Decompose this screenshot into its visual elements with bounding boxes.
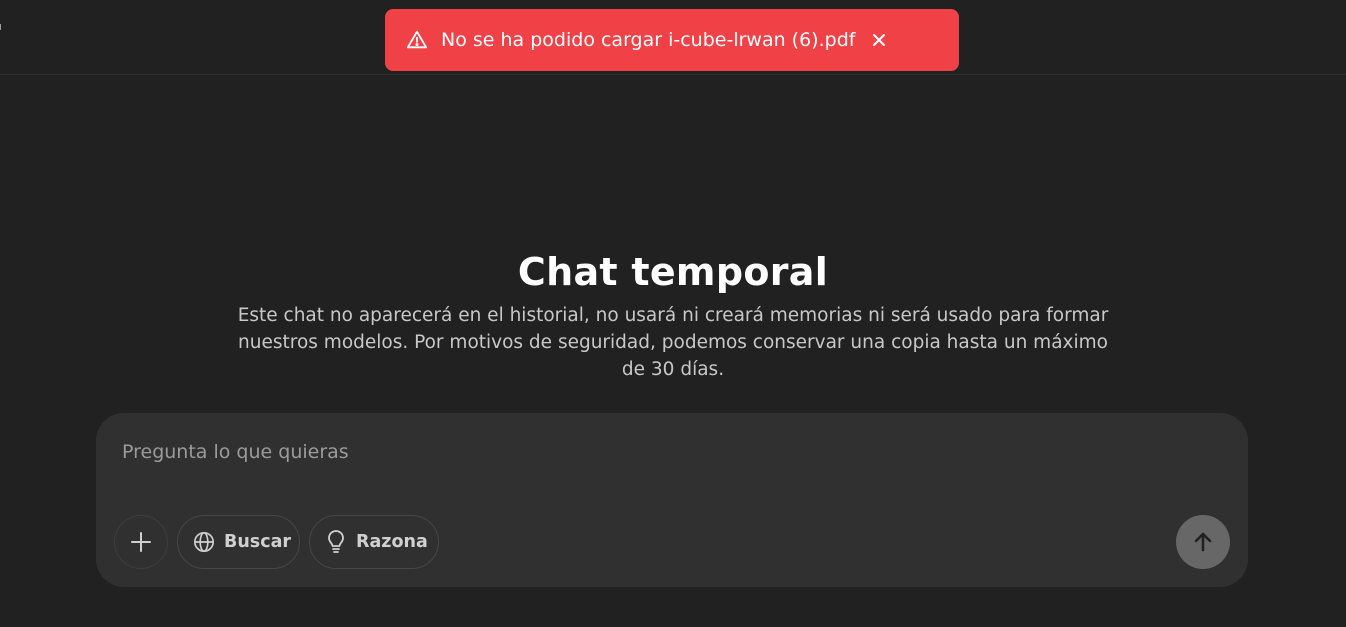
reason-button-label: Razona: [356, 532, 428, 552]
error-toast: No se ha podido cargar i-cube-lrwan (6).…: [385, 9, 959, 71]
toast-message: No se ha podido cargar i-cube-lrwan (6).…: [441, 29, 856, 51]
prompt-input[interactable]: [122, 437, 1122, 467]
arrow-up-icon: [1192, 531, 1214, 553]
close-icon[interactable]: [869, 30, 889, 50]
attach-button[interactable]: [114, 515, 168, 569]
globe-icon: [192, 530, 216, 554]
plus-icon: [130, 531, 152, 553]
lightbulb-icon: [324, 530, 348, 554]
send-button[interactable]: [1176, 515, 1230, 569]
temporary-chat-description: Este chat no aparecerá en el historial, …: [237, 305, 1109, 380]
search-button[interactable]: Buscar: [177, 515, 300, 569]
search-button-label: Buscar: [224, 532, 292, 552]
temporary-chat-intro: Chat temporal Este chat no aparecerá en …: [0, 246, 1346, 383]
warning-icon: [405, 28, 429, 52]
sidebar-edge-mark: [0, 24, 4, 30]
page-title: Chat temporal: [517, 250, 829, 294]
reason-button[interactable]: Razona: [309, 515, 439, 569]
chat-composer: Buscar Razona: [96, 413, 1248, 587]
